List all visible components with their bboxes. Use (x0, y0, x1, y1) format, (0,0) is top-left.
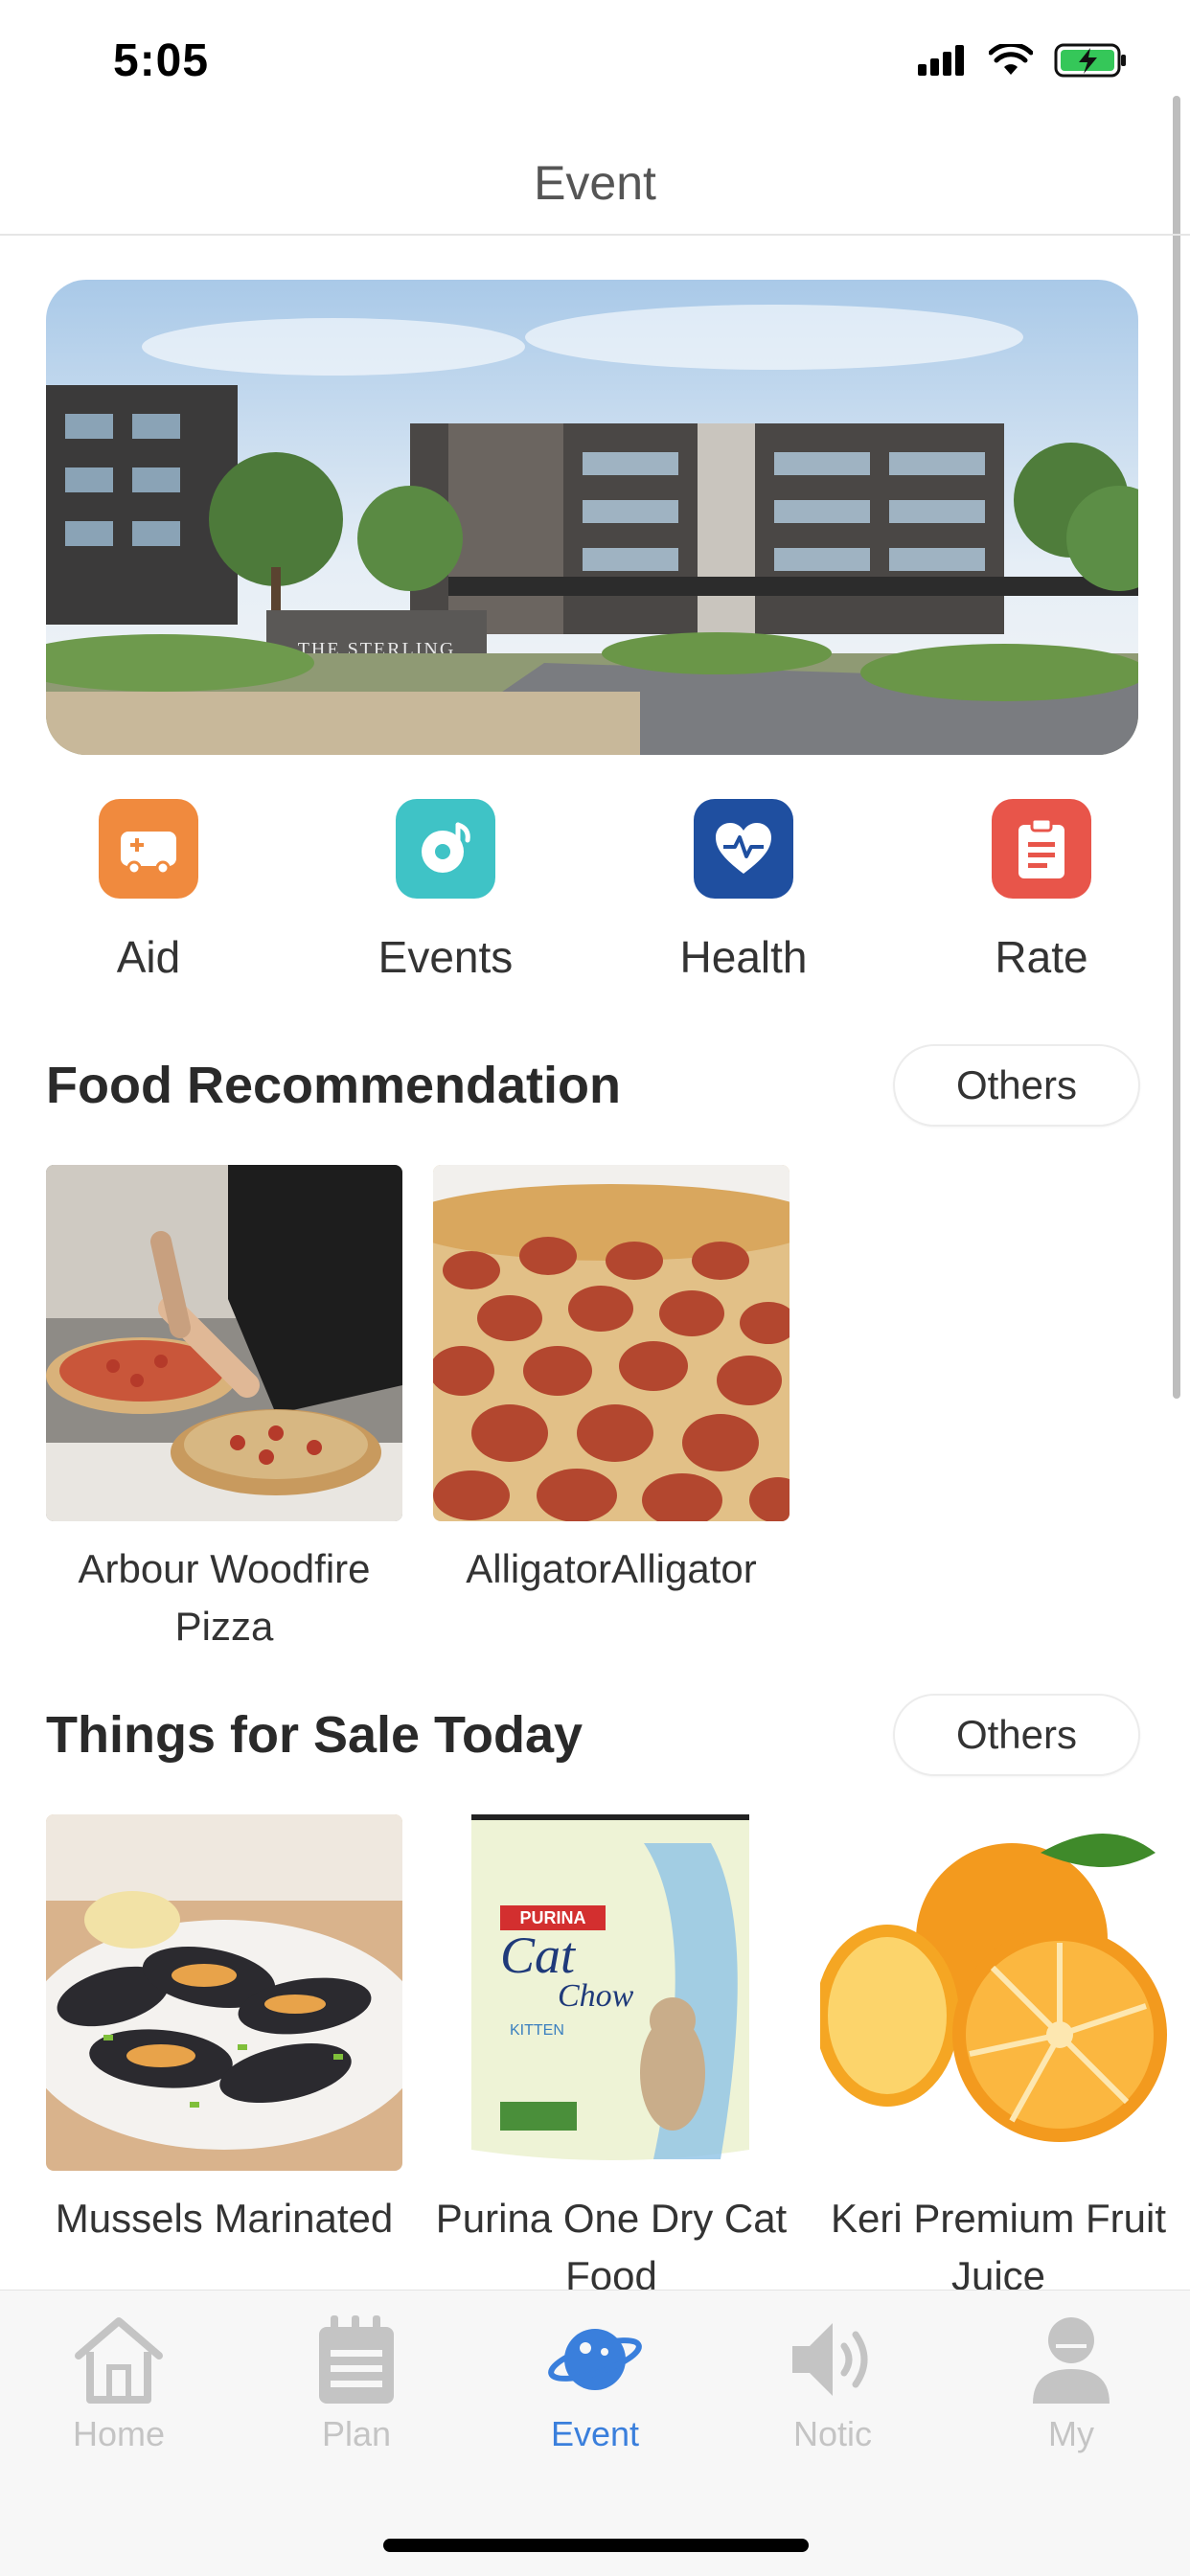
sale-item-name: Purina One Dry Cat Food (435, 2196, 788, 2298)
page-title: Event (534, 156, 656, 210)
wifi-icon (989, 44, 1033, 75)
tab-label: Notic (792, 2414, 873, 2453)
quick-action-label: Rate (995, 932, 1088, 982)
speaker-icon (792, 2323, 868, 2396)
quick-action-label: Aid (116, 932, 181, 982)
quick-actions: Aid Events Health Rate (0, 799, 1190, 991)
quick-action-aid[interactable]: Aid (43, 799, 254, 991)
status-icons (918, 42, 1129, 79)
sale-card-juice[interactable]: Keri Premium Fruit Juice (820, 1814, 1177, 2305)
tab-plan[interactable]: Plan (261, 2314, 452, 2454)
quick-action-label: Events (378, 932, 514, 982)
tab-bar: Home Plan Event Notic My (0, 2290, 1190, 2576)
cat-food-bag-image: PURINA Cat Chow KITTEN (433, 1814, 790, 2171)
cellular-signal-icon (918, 45, 964, 76)
quick-action-rate[interactable]: Rate (936, 799, 1147, 991)
notepad-icon (319, 2315, 394, 2404)
house-icon (75, 2317, 163, 2404)
tab-home[interactable]: Home (23, 2314, 215, 2454)
battery-charging-icon (1054, 43, 1126, 78)
food-others-button[interactable]: Others (893, 1044, 1140, 1127)
svg-text:Cat: Cat (500, 1926, 577, 1984)
food-item-name: AlligatorAlligator (466, 1546, 757, 1591)
tab-label: Event (550, 2414, 640, 2453)
tab-notic[interactable]: Notic (737, 2314, 928, 2454)
sale-card-mussels[interactable]: Mussels Marinated (46, 1814, 402, 2247)
sale-item-name: Mussels Marinated (55, 2196, 394, 2241)
user-icon (1033, 2317, 1110, 2404)
quick-action-health[interactable]: Health (638, 799, 849, 991)
quick-action-label: Health (679, 932, 808, 982)
tab-label: Home (72, 2414, 166, 2453)
banner-image[interactable]: THE STERLING (46, 280, 1138, 755)
home-indicator[interactable] (383, 2539, 809, 2552)
status-bar: 5:05 (0, 0, 1190, 134)
sale-card-purina[interactable]: PURINA Cat Chow KITTEN Purina One Dry Ca… (433, 1814, 790, 2305)
status-time: 5:05 (113, 35, 210, 86)
nav-header: Event (0, 134, 1190, 236)
building-illustration: THE STERLING (46, 280, 1138, 755)
tab-label: My (1048, 2414, 1094, 2453)
svg-text:Chow: Chow (558, 1978, 634, 2014)
tab-my[interactable]: My (975, 2314, 1167, 2454)
svg-text:PURINA: PURINA (519, 1908, 585, 1927)
heart-pulse-icon (694, 799, 793, 899)
tab-event[interactable]: Event (499, 2314, 691, 2454)
mussels-image (46, 1814, 402, 2171)
sale-section-title: Things for Sale Today (46, 1706, 584, 1764)
pepperoni-pizza-image (433, 1165, 790, 1521)
sale-others-button[interactable]: Others (893, 1694, 1140, 1776)
scroll-indicator[interactable] (1173, 96, 1180, 1399)
food-item-name: Arbour Woodfire Pizza (78, 1546, 371, 1649)
first-aid-kit-icon (99, 799, 198, 899)
food-section-title: Food Recommendation (46, 1057, 622, 1114)
quick-action-events[interactable]: Events (340, 799, 551, 991)
oranges-image (820, 1814, 1177, 2171)
food-card-alligator[interactable]: AlligatorAlligator (433, 1165, 790, 1598)
food-card-arbour-woodfire-pizza[interactable]: Arbour Woodfire Pizza (46, 1165, 402, 1655)
music-disc-icon (396, 799, 495, 899)
pizza-chef-image (46, 1165, 402, 1521)
planet-icon (548, 2329, 642, 2390)
svg-text:KITTEN: KITTEN (510, 2022, 564, 2039)
tab-label: Plan (321, 2414, 392, 2453)
sale-item-name: Keri Premium Fruit Juice (830, 2196, 1167, 2298)
clipboard-icon (992, 799, 1091, 899)
